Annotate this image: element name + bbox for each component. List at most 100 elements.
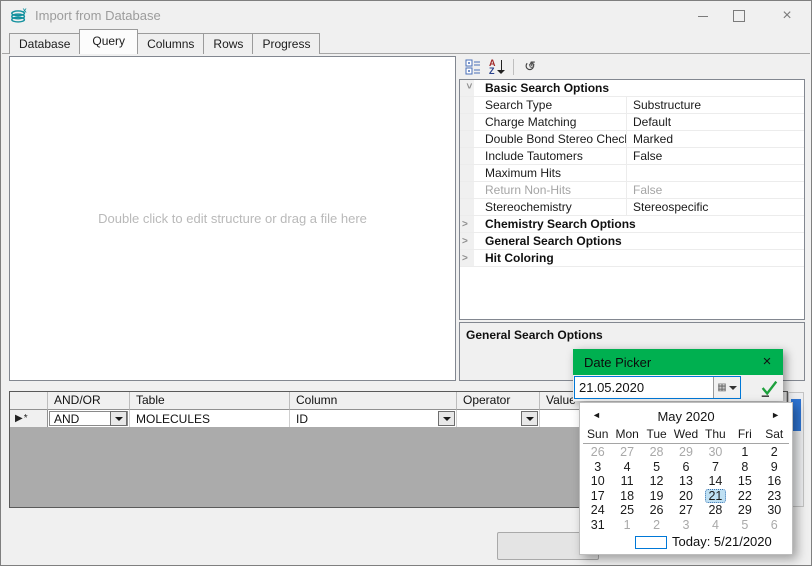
calendar-day[interactable]: 27 xyxy=(612,445,641,460)
calendar-day[interactable]: 24 xyxy=(583,503,612,518)
category-general-search-options[interactable]: > General Search Options xyxy=(460,233,804,250)
operator-dropdown-button[interactable] xyxy=(521,411,538,426)
calendar-day[interactable]: 6 xyxy=(671,460,700,475)
calendar-day[interactable]: 6 xyxy=(760,518,789,533)
calendar-popup: ◄ May 2020 ► SunMonTueWedThuFriSat 26272… xyxy=(579,402,793,555)
category-chemistry-search-options[interactable]: > Chemistry Search Options xyxy=(460,216,804,233)
table-cell[interactable]: MOLECULES xyxy=(130,410,290,427)
calendar-day[interactable]: 23 xyxy=(760,489,789,504)
property-row-stereochemistry[interactable]: Stereochemistry Stereospecific xyxy=(460,199,804,216)
calendar-day-selected[interactable]: 21 xyxy=(705,489,726,504)
calendar-day[interactable]: 29 xyxy=(730,503,759,518)
calendar-day[interactable]: 28 xyxy=(701,503,730,518)
calendar-day[interactable]: 12 xyxy=(642,474,671,489)
close-button[interactable]: × xyxy=(770,2,804,30)
header-and-or: AND/OR xyxy=(48,392,130,410)
weekday-label: Sun xyxy=(583,426,612,443)
calendar-day[interactable]: 9 xyxy=(760,460,789,475)
header-table: Table xyxy=(130,392,290,410)
tab-query[interactable]: Query xyxy=(79,29,138,54)
dropdown-arrow-icon xyxy=(729,386,737,390)
calendar-day[interactable]: 2 xyxy=(760,445,789,460)
calendar-day[interactable]: 1 xyxy=(730,445,759,460)
calendar-day[interactable]: 10 xyxy=(583,474,612,489)
calendar-day[interactable]: 7 xyxy=(701,460,730,475)
description-title: General Search Options xyxy=(460,323,804,347)
calendar-day[interactable]: 25 xyxy=(612,503,641,518)
property-row-search-type[interactable]: Search Type Substructure xyxy=(460,97,804,114)
structure-editor[interactable]: Double click to edit structure or drag a… xyxy=(9,56,456,381)
calendar-day[interactable]: 16 xyxy=(760,474,789,489)
calendar-day[interactable]: 19 xyxy=(642,489,671,504)
screen: x Import from Database × Database Query … xyxy=(0,0,812,566)
calendar-day[interactable]: 5 xyxy=(642,460,671,475)
column-cell[interactable]: ID xyxy=(290,410,457,427)
titlebar: x Import from Database × xyxy=(1,1,811,31)
calendar-day[interactable]: 31 xyxy=(583,518,612,533)
accept-date-button[interactable] xyxy=(757,376,781,399)
calendar-dropdown-button[interactable]: ▦ xyxy=(713,377,740,398)
calendar-day[interactable]: 17 xyxy=(583,489,612,504)
calendar-day[interactable]: 27 xyxy=(671,503,700,518)
property-row-double-bond-stereo-check[interactable]: Double Bond Stereo Check Marked xyxy=(460,131,804,148)
alphabetical-sort-button[interactable]: A Z xyxy=(485,57,509,77)
calendar-day[interactable]: 18 xyxy=(612,489,641,504)
calendar-grid: 2627282930123456789101112131415161718192… xyxy=(583,445,789,533)
weekday-row: SunMonTueWedThuFriSat xyxy=(583,426,789,444)
and-or-dropdown-button[interactable] xyxy=(110,411,127,426)
column-dropdown-button[interactable] xyxy=(438,411,455,426)
calendar-day[interactable]: 3 xyxy=(671,518,700,533)
calendar-day[interactable]: 15 xyxy=(730,474,759,489)
property-row-maximum-hits[interactable]: Maximum Hits xyxy=(460,165,804,182)
categorized-view-button[interactable] xyxy=(461,57,485,77)
calendar-day[interactable]: 2 xyxy=(642,518,671,533)
calendar-day[interactable]: 5 xyxy=(730,518,759,533)
dropdown-arrow-icon xyxy=(443,417,451,421)
calendar-day[interactable]: 26 xyxy=(642,503,671,518)
weekday-label: Thu xyxy=(701,426,730,443)
today-label[interactable]: Today: 5/21/2020 xyxy=(672,534,772,549)
maximize-button[interactable] xyxy=(722,2,756,30)
property-row-include-tautomers[interactable]: Include Tautomers False xyxy=(460,148,804,165)
header-row-selector xyxy=(10,392,48,410)
calendar-day[interactable]: 30 xyxy=(760,503,789,518)
month-label[interactable]: May 2020 xyxy=(580,409,792,424)
and-or-combobox[interactable]: AND xyxy=(49,411,128,426)
date-picker-title: Date Picker xyxy=(573,355,651,370)
date-field: ▦ xyxy=(574,376,741,399)
category-basic-search-options[interactable]: > Basic Search Options xyxy=(460,80,804,97)
next-month-button[interactable]: ► xyxy=(771,410,780,420)
today-row[interactable]: Today: 5/21/2020 xyxy=(580,534,792,550)
calendar-day[interactable]: 8 xyxy=(730,460,759,475)
tab-rows[interactable]: Rows xyxy=(203,33,253,54)
date-input[interactable] xyxy=(575,377,713,398)
operator-cell[interactable] xyxy=(457,410,540,427)
property-row-return-non-hits: Return Non-Hits False xyxy=(460,182,804,199)
calendar-day[interactable]: 4 xyxy=(701,518,730,533)
property-row-charge-matching[interactable]: Charge Matching Default xyxy=(460,114,804,131)
tab-database[interactable]: Database xyxy=(9,33,80,54)
calendar-day[interactable]: 29 xyxy=(671,445,700,460)
category-hit-coloring[interactable]: > Hit Coloring xyxy=(460,250,804,267)
minimize-button[interactable] xyxy=(686,2,720,30)
dropdown-arrow-icon xyxy=(526,417,534,421)
date-picker-close-button[interactable]: × xyxy=(758,352,776,370)
calendar-day[interactable]: 26 xyxy=(583,445,612,460)
reset-button[interactable]: ↺ ⚙ xyxy=(518,57,542,77)
tab-columns[interactable]: Columns xyxy=(137,33,204,54)
calendar-day[interactable]: 14 xyxy=(701,474,730,489)
tab-progress[interactable]: Progress xyxy=(252,33,320,54)
close-icon: × xyxy=(782,7,791,25)
calendar-day[interactable]: 11 xyxy=(612,474,641,489)
calendar-day[interactable]: 22 xyxy=(730,489,759,504)
calendar-day[interactable]: 4 xyxy=(612,460,641,475)
and-or-cell[interactable]: AND xyxy=(48,410,130,427)
calendar-day[interactable]: 3 xyxy=(583,460,612,475)
chevron-right-icon: > xyxy=(462,217,468,233)
calendar-day[interactable]: 1 xyxy=(612,518,641,533)
calendar-day[interactable]: 20 xyxy=(671,489,700,504)
date-picker-titlebar[interactable]: Date Picker × xyxy=(573,349,783,375)
calendar-day[interactable]: 28 xyxy=(642,445,671,460)
calendar-day[interactable]: 30 xyxy=(701,445,730,460)
calendar-day[interactable]: 13 xyxy=(671,474,700,489)
